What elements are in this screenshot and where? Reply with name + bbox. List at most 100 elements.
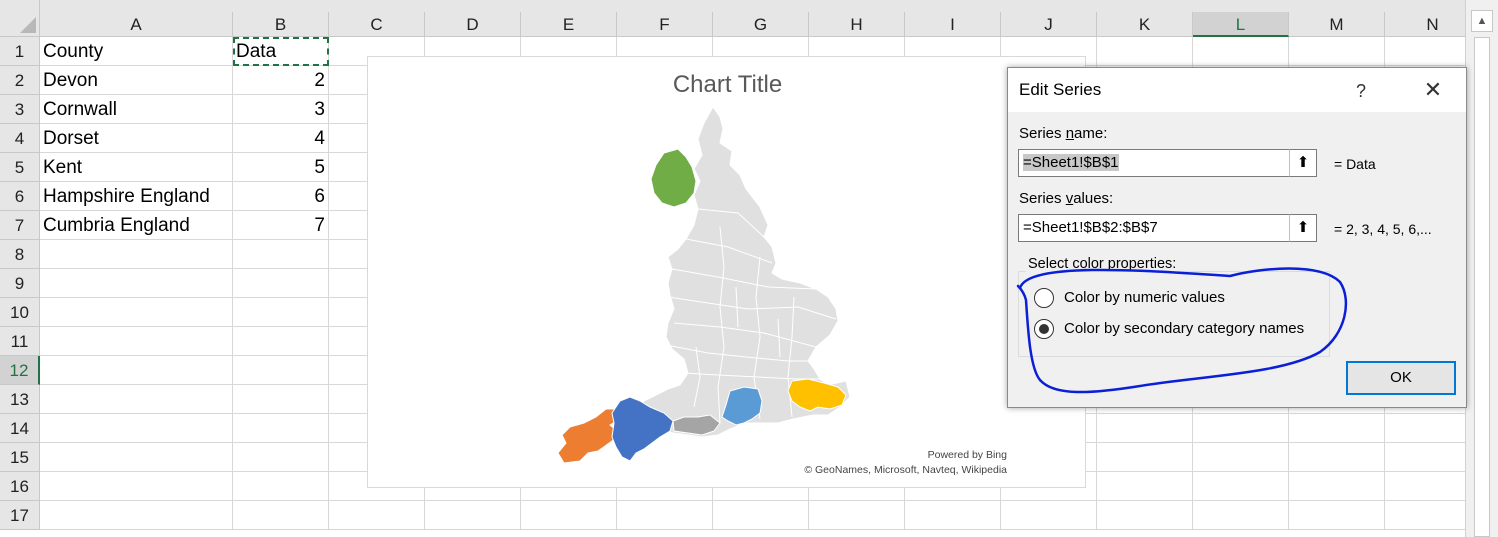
row-header-2[interactable]: 2 <box>0 66 40 95</box>
series-values-input[interactable]: =Sheet1!$B$2:$B$7 <box>1018 214 1290 242</box>
cell-g17[interactable] <box>713 501 809 530</box>
cell-m17[interactable] <box>1289 501 1385 530</box>
cell-b14[interactable] <box>233 414 329 443</box>
column-header-m[interactable]: M <box>1289 12 1385 37</box>
radio-category-names[interactable] <box>1034 319 1054 339</box>
cell-a2[interactable]: Devon <box>40 66 233 95</box>
row-header-11[interactable]: 11 <box>0 327 40 356</box>
cell-a17[interactable] <box>40 501 233 530</box>
row-header-13[interactable]: 13 <box>0 385 40 414</box>
series-name-input[interactable]: =Sheet1!$B$1 <box>1018 149 1290 177</box>
cell-b17[interactable] <box>233 501 329 530</box>
series-values-collapse-icon[interactable]: ⬆ <box>1289 214 1317 242</box>
cell-f17[interactable] <box>617 501 713 530</box>
select-all-corner[interactable] <box>0 0 40 37</box>
column-header-c[interactable]: C <box>329 12 425 37</box>
cell-a1[interactable]: County <box>40 37 233 66</box>
cell-l17[interactable] <box>1193 501 1289 530</box>
cell-l16[interactable] <box>1193 472 1289 501</box>
cell-b16[interactable] <box>233 472 329 501</box>
row-header-12[interactable]: 12 <box>0 356 40 385</box>
cell-b11[interactable] <box>233 327 329 356</box>
cell-m14[interactable] <box>1289 414 1385 443</box>
cell-c17[interactable] <box>329 501 425 530</box>
series-name-collapse-icon[interactable]: ⬆ <box>1289 149 1317 177</box>
cell-a8[interactable] <box>40 240 233 269</box>
cell-b12[interactable] <box>233 356 329 385</box>
cell-e17[interactable] <box>521 501 617 530</box>
row-header-16[interactable]: 16 <box>0 472 40 501</box>
cell-m16[interactable] <box>1289 472 1385 501</box>
cell-a5[interactable]: Kent <box>40 153 233 182</box>
radio-numeric-values[interactable] <box>1034 288 1054 308</box>
cell-h17[interactable] <box>809 501 905 530</box>
cell-b1[interactable]: Data <box>233 37 329 66</box>
row-header-8[interactable]: 8 <box>0 240 40 269</box>
cell-b4[interactable]: 4 <box>233 124 329 153</box>
cell-k14[interactable] <box>1097 414 1193 443</box>
radio-numeric-label[interactable]: Color by numeric values <box>1064 289 1225 306</box>
column-header-j[interactable]: J <box>1001 12 1097 37</box>
cell-b2[interactable]: 2 <box>233 66 329 95</box>
cell-a9[interactable] <box>40 269 233 298</box>
column-header-i[interactable]: I <box>905 12 1001 37</box>
column-header-k[interactable]: K <box>1097 12 1193 37</box>
cell-i17[interactable] <box>905 501 1001 530</box>
radio-category-label[interactable]: Color by secondary category names <box>1064 320 1304 337</box>
cell-k1[interactable] <box>1097 37 1193 66</box>
cell-a11[interactable] <box>40 327 233 356</box>
vertical-scrollbar[interactable]: ▲ <box>1465 0 1498 537</box>
cell-l1[interactable] <box>1193 37 1289 66</box>
row-header-4[interactable]: 4 <box>0 124 40 153</box>
cell-k17[interactable] <box>1097 501 1193 530</box>
scrollbar-thumb[interactable] <box>1474 37 1490 537</box>
column-header-a[interactable]: A <box>40 12 233 37</box>
column-header-f[interactable]: F <box>617 12 713 37</box>
row-header-1[interactable]: 1 <box>0 37 40 66</box>
cell-a16[interactable] <box>40 472 233 501</box>
cell-a14[interactable] <box>40 414 233 443</box>
cell-m15[interactable] <box>1289 443 1385 472</box>
row-header-7[interactable]: 7 <box>0 211 40 240</box>
column-header-e[interactable]: E <box>521 12 617 37</box>
column-header-h[interactable]: H <box>809 12 905 37</box>
cell-a15[interactable] <box>40 443 233 472</box>
cell-l14[interactable] <box>1193 414 1289 443</box>
cell-d17[interactable] <box>425 501 521 530</box>
row-header-5[interactable]: 5 <box>0 153 40 182</box>
cell-a6[interactable]: Hampshire England <box>40 182 233 211</box>
cell-b13[interactable] <box>233 385 329 414</box>
cell-b6[interactable]: 6 <box>233 182 329 211</box>
cell-b7[interactable]: 7 <box>233 211 329 240</box>
row-header-10[interactable]: 10 <box>0 298 40 327</box>
cell-m1[interactable] <box>1289 37 1385 66</box>
column-header-d[interactable]: D <box>425 12 521 37</box>
column-header-b[interactable]: B <box>233 12 329 37</box>
county-cumbria[interactable] <box>650 148 697 208</box>
cell-k16[interactable] <box>1097 472 1193 501</box>
cell-a7[interactable]: Cumbria England <box>40 211 233 240</box>
cell-b9[interactable] <box>233 269 329 298</box>
cell-a4[interactable]: Dorset <box>40 124 233 153</box>
row-header-14[interactable]: 14 <box>0 414 40 443</box>
dialog-titlebar[interactable]: Edit Series ? ✕ <box>1008 68 1466 112</box>
map-chart[interactable]: Chart Title Powered by Bing © GeoNames, … <box>367 56 1086 488</box>
cell-a12[interactable] <box>40 356 233 385</box>
cell-b8[interactable] <box>233 240 329 269</box>
cell-b5[interactable]: 5 <box>233 153 329 182</box>
row-header-17[interactable]: 17 <box>0 501 40 530</box>
cell-a13[interactable] <box>40 385 233 414</box>
cell-a10[interactable] <box>40 298 233 327</box>
cell-a3[interactable]: Cornwall <box>40 95 233 124</box>
cell-l15[interactable] <box>1193 443 1289 472</box>
row-header-6[interactable]: 6 <box>0 182 40 211</box>
cell-b15[interactable] <box>233 443 329 472</box>
row-header-15[interactable]: 15 <box>0 443 40 472</box>
scroll-up-arrow-icon[interactable]: ▲ <box>1471 10 1493 32</box>
row-header-9[interactable]: 9 <box>0 269 40 298</box>
ok-button[interactable]: OK <box>1346 361 1456 395</box>
cell-b3[interactable]: 3 <box>233 95 329 124</box>
column-header-l[interactable]: L <box>1193 12 1289 37</box>
column-header-g[interactable]: G <box>713 12 809 37</box>
cell-j17[interactable] <box>1001 501 1097 530</box>
